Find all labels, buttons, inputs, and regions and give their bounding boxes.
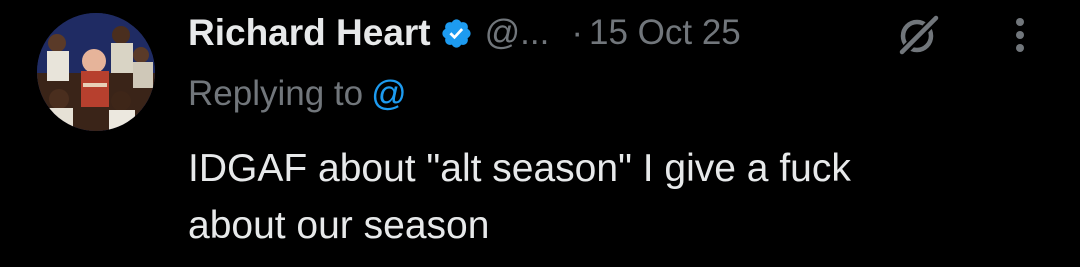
more-options-icon[interactable] bbox=[1006, 12, 1034, 58]
author-handle[interactable]: @... bbox=[485, 13, 550, 53]
separator-dot: · bbox=[571, 13, 583, 52]
avatar-image bbox=[37, 13, 155, 131]
replying-label: Replying to bbox=[188, 74, 364, 113]
tweet[interactable]: Richard Heart @... · 15 Oct 25 Replying … bbox=[0, 0, 1080, 267]
replying-to: Replying to @ bbox=[188, 74, 407, 114]
tweet-text-line: about our season bbox=[188, 204, 490, 247]
tweet-text-line: IDGAF about "alt season" I give a fuck bbox=[188, 147, 851, 190]
tweet-date[interactable]: 15 Oct 25 bbox=[589, 13, 741, 53]
author-name[interactable]: Richard Heart bbox=[188, 12, 431, 54]
avatar[interactable] bbox=[37, 13, 155, 131]
verified-badge-icon bbox=[440, 17, 473, 50]
tweet-text: IDGAF about "alt season" I give a fuck a… bbox=[188, 140, 1048, 254]
replying-mention-link[interactable]: @ bbox=[371, 74, 407, 113]
grok-icon[interactable] bbox=[896, 14, 940, 56]
tweet-header: Richard Heart @... · 15 Oct 25 bbox=[188, 8, 741, 58]
